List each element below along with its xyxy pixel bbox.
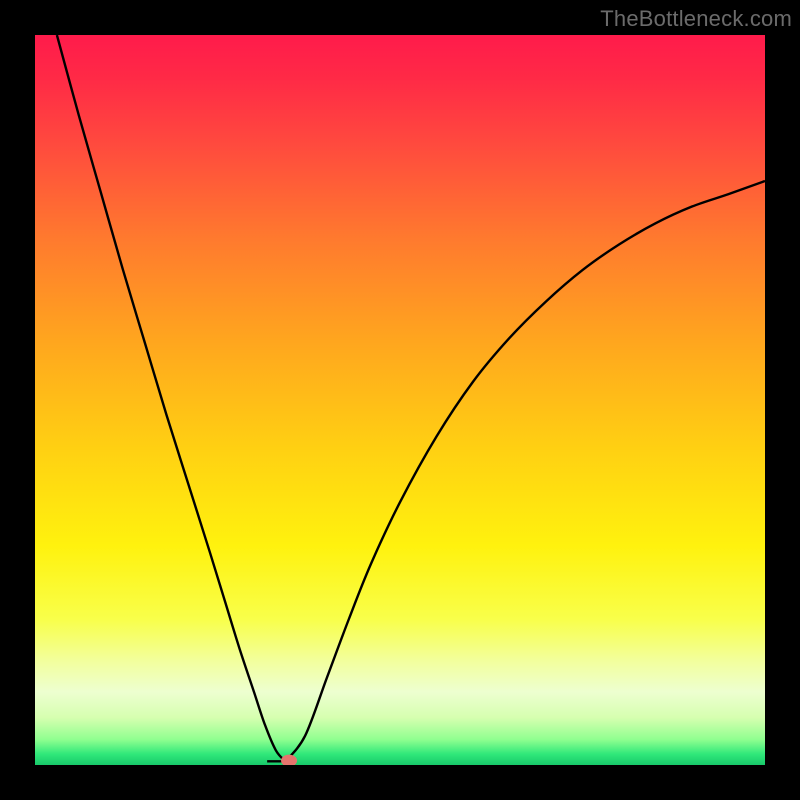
bottleneck-chart <box>35 35 765 765</box>
watermark-text: TheBottleneck.com <box>600 6 792 32</box>
chart-frame: TheBottleneck.com <box>0 0 800 800</box>
gradient-background <box>35 35 765 765</box>
plot-area <box>35 35 765 765</box>
